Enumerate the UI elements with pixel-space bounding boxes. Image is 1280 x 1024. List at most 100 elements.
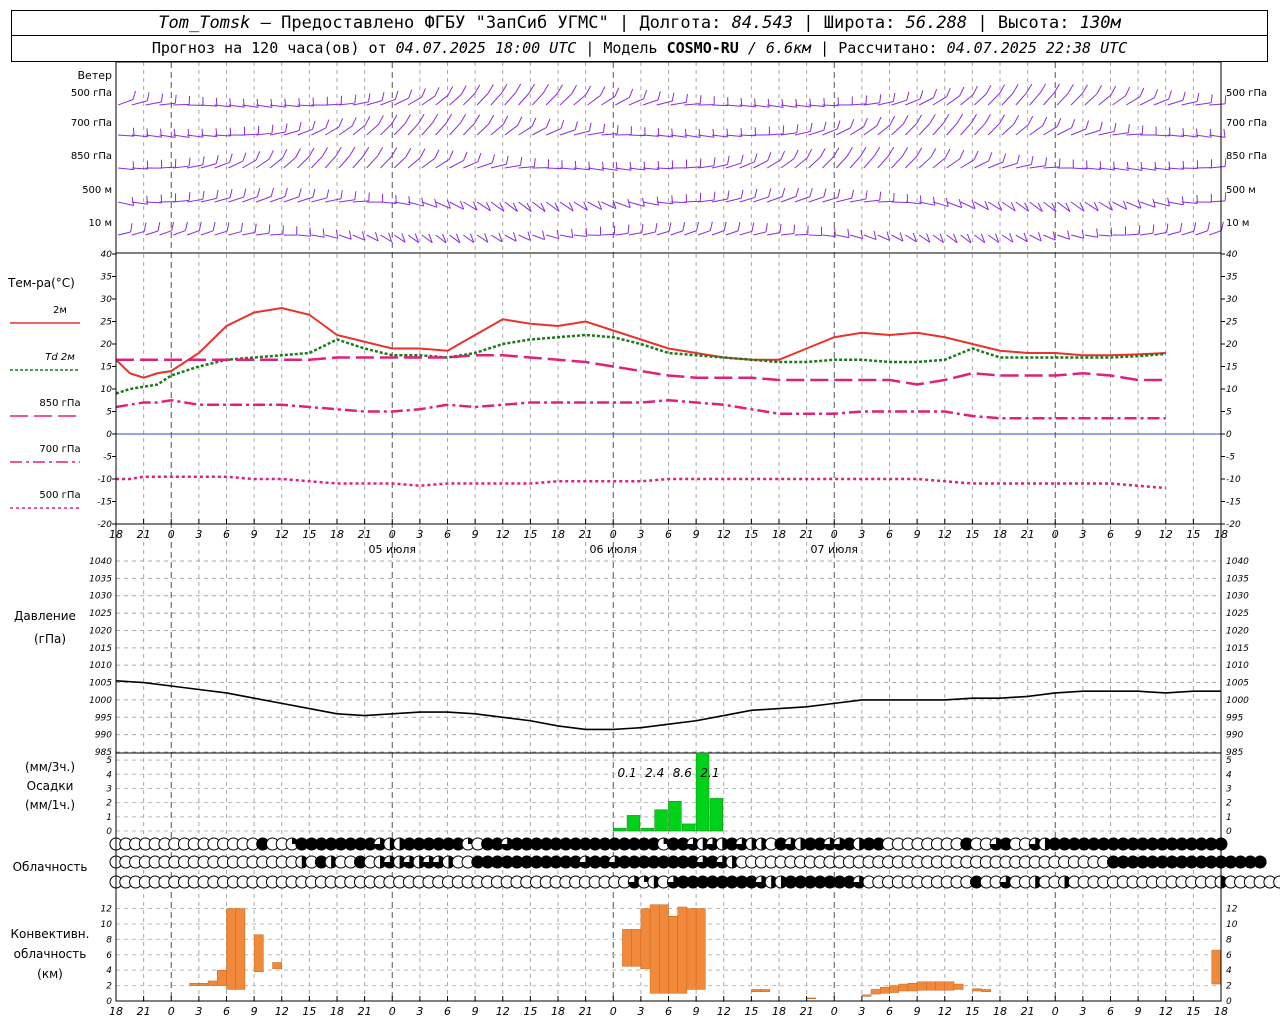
wind-barb-flag xyxy=(432,113,439,124)
temp-axis-tick-label-right: 0 xyxy=(1226,430,1232,440)
wind-barb-flag xyxy=(889,115,896,126)
temp-axis-hour-label: 6 xyxy=(223,528,230,541)
wind-barb xyxy=(242,231,256,236)
wind-barb xyxy=(835,155,848,169)
bottom-axis-hour-label: 6 xyxy=(1107,1005,1114,1018)
temp-axis-hour-label: 9 xyxy=(693,528,700,541)
wind-barb-flag xyxy=(874,146,881,157)
wind-barb xyxy=(159,102,176,106)
conv-cloud-bar xyxy=(659,904,669,994)
conv-tick-label-right: 8 xyxy=(1226,935,1232,945)
wind-barb-flag xyxy=(906,91,910,101)
pressure-tick-label: 1000 xyxy=(89,696,112,706)
wind-barb-flag xyxy=(600,86,606,96)
wind-barb xyxy=(1070,93,1083,106)
wind-barb-flag xyxy=(421,88,426,98)
wind-barb xyxy=(490,163,507,169)
wind-barb-flag xyxy=(726,128,729,138)
temp-panel-title: Тем-ра(°C) xyxy=(7,276,75,290)
wind-barb xyxy=(559,93,572,106)
wind-level-label: 500 гПа xyxy=(71,88,112,99)
conv-cloud-bar xyxy=(640,908,651,969)
precip-tick-label-right: 2 xyxy=(1226,799,1232,809)
day-label: 07 июля xyxy=(810,543,858,556)
wind-barb xyxy=(1181,101,1198,106)
wind-barb xyxy=(794,233,808,236)
wind-barb xyxy=(559,129,576,136)
pressure-tick-label: 1035 xyxy=(89,574,112,584)
wind-barb xyxy=(311,156,323,169)
precip-3h-total-label: 2.1 xyxy=(700,766,719,780)
wind-barb-flag xyxy=(215,155,219,164)
conv-tick-label: 2 xyxy=(106,982,112,992)
wind-barb xyxy=(131,201,148,205)
precip-3h-total-label: 0.1 xyxy=(618,766,637,780)
wind-barb xyxy=(587,95,601,106)
temp-axis-tick-label-right: 40 xyxy=(1226,250,1238,260)
wind-barb-flag xyxy=(188,191,191,201)
conv-cloud-bar xyxy=(631,929,642,967)
temp-axis-hour-label: 9 xyxy=(472,528,479,541)
bottom-axis-hour-label: 9 xyxy=(1135,1005,1142,1018)
wind-barb xyxy=(117,99,134,106)
wind-barb-flag xyxy=(959,86,965,96)
cloud-cover-fill xyxy=(1254,856,1267,868)
wind-barb xyxy=(1001,162,1018,169)
wind-barb xyxy=(131,230,145,236)
wind-barb xyxy=(559,167,576,170)
day-label: 05 июля xyxy=(368,543,416,556)
wind-barb xyxy=(1056,92,1069,106)
wind-barb-flag xyxy=(932,196,936,206)
wind-barb-flag xyxy=(795,187,799,197)
wind-barb xyxy=(1043,92,1055,106)
wind-barb xyxy=(311,197,327,203)
wind-barb xyxy=(269,196,286,203)
wind-level-label: 500 м xyxy=(82,185,112,196)
wind-barb-flag xyxy=(793,224,796,234)
wind-barb xyxy=(490,124,504,136)
precip-3h-total-label: 2.4 xyxy=(645,766,664,780)
wind-barb-flag xyxy=(542,230,546,240)
pressure-tick-label-right: 1020 xyxy=(1226,626,1249,636)
wind-barb xyxy=(615,232,629,236)
wind-barb-flag xyxy=(354,191,357,200)
wind-barb-flag xyxy=(1139,87,1145,97)
precip-tick-label-right: 4 xyxy=(1226,770,1232,780)
wind-barb-flag xyxy=(284,187,288,197)
wind-barb xyxy=(325,234,338,239)
pressure-tick-label: 1040 xyxy=(89,557,112,567)
wind-barb-flag xyxy=(1182,91,1186,101)
wind-barb-flag xyxy=(381,92,385,101)
wind-barb-flag xyxy=(348,230,352,240)
wind-barb xyxy=(1043,234,1056,241)
temp-axis-tick-label: -10 xyxy=(97,475,112,485)
wind-barb-flag xyxy=(809,187,813,197)
temp-axis-hour-label: 12 xyxy=(938,528,952,541)
pressure-tick-label-right: 995 xyxy=(1226,713,1243,723)
wind-barb xyxy=(1181,201,1198,204)
wind-barb xyxy=(780,196,797,203)
temp-axis-tick-label-right: 35 xyxy=(1226,273,1238,283)
conv-cloud-bar xyxy=(622,929,632,967)
temp-axis-tick-label: 15 xyxy=(101,363,113,373)
wind-barb xyxy=(628,98,644,106)
temp-axis-tick-label-right: 25 xyxy=(1226,318,1238,328)
wind-barb-flag xyxy=(1154,161,1157,171)
wind-barb xyxy=(849,198,866,203)
wind-barb xyxy=(117,134,134,137)
wind-barb xyxy=(311,234,325,238)
wind-barb-flag xyxy=(354,94,357,104)
wind-barb xyxy=(380,123,393,136)
wind-barb-flag xyxy=(282,149,288,159)
temp-axis-tick-label: 5 xyxy=(106,408,112,418)
wind-barb xyxy=(573,94,587,106)
temp-axis-hour-label: 18 xyxy=(993,528,1007,541)
wind-barb-flag xyxy=(684,128,687,138)
wind-barb-flag xyxy=(1067,230,1071,240)
bottom-axis-hour-label: 0 xyxy=(389,1005,396,1018)
wind-barb xyxy=(504,164,521,169)
conv-tick-label-right: 2 xyxy=(1226,982,1232,992)
wind-barb-flag xyxy=(723,221,727,231)
day-label: 06 июля xyxy=(589,543,637,556)
wind-barb xyxy=(214,230,228,236)
